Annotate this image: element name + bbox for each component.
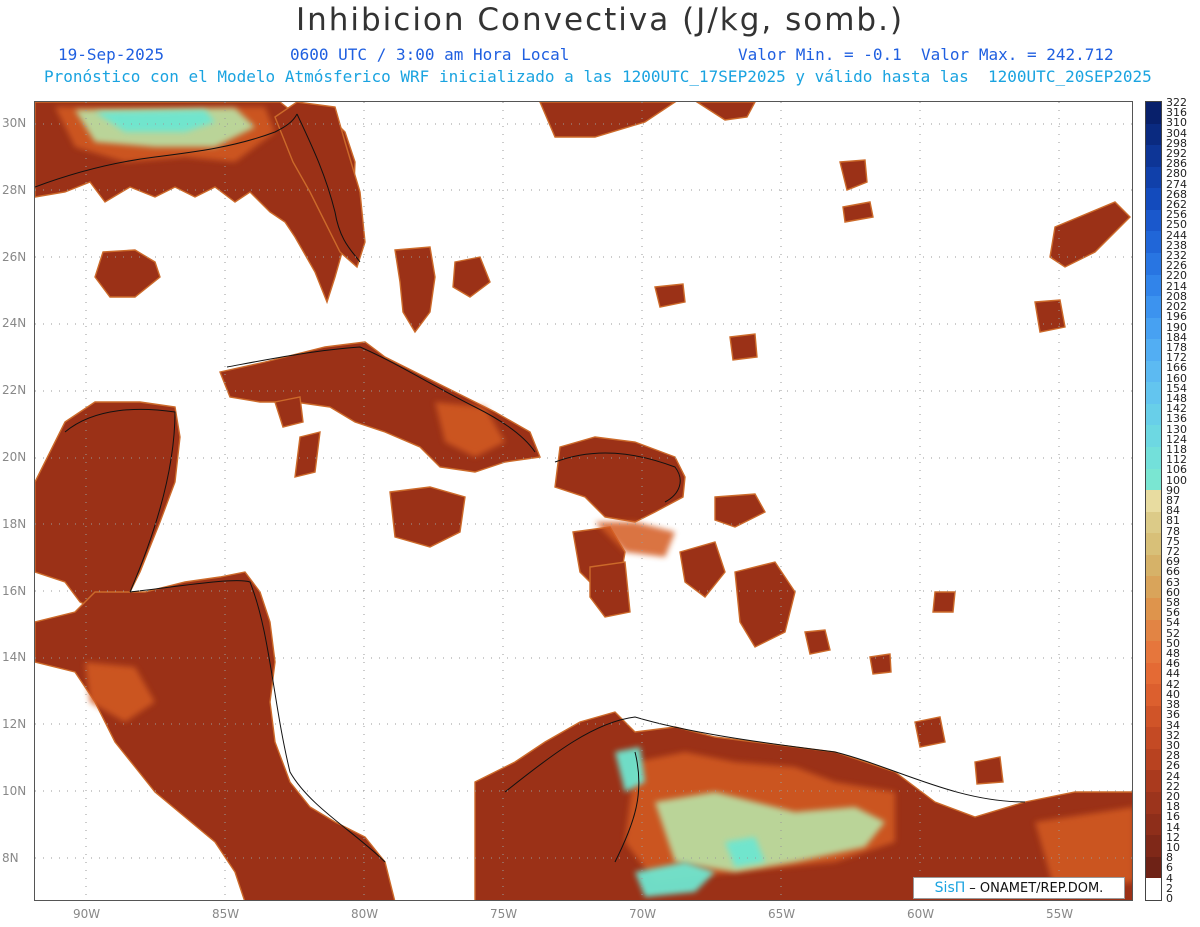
lat-label: 22N [2,383,27,398]
colorbar-swatch [1146,425,1161,447]
colorbar-swatch [1146,252,1161,275]
lon-label: 90W [73,907,101,921]
credit-text: – ONAMET/REP.DOM. [969,880,1104,896]
colorbar-swatch [1146,468,1161,491]
lat-label: 8N [2,850,19,865]
lat-label: 20N [2,450,27,464]
lon-label: 55W [1046,907,1074,921]
colorbar-swatch [1146,727,1161,749]
lon-label: 70W [629,907,657,921]
colorbar-swatch [1146,662,1161,685]
colorbar [1145,101,1162,901]
colorbar-swatch [1146,403,1161,426]
colorbar-swatch [1146,102,1161,124]
colorbar-swatch [1146,641,1161,663]
colorbar-swatch [1146,166,1161,189]
lat-label: 26N [2,249,27,264]
colorbar-swatch [1146,576,1161,598]
lat-label: 14N [2,650,27,665]
lon-label: 75W [490,907,518,921]
shaded-regions [35,102,1132,900]
colorbar-swatch [1146,511,1161,534]
lon-label: 65W [768,907,796,921]
map-panel[interactable] [34,101,1133,901]
lat-label: 24N [2,316,27,331]
colorbar-swatch [1146,360,1161,383]
lon-label: 60W [907,907,935,921]
colorbar-swatch [1146,317,1161,340]
forecast-time: 0600 UTC / 3:00 am Hora Local [290,45,570,64]
colorbar-swatch [1146,382,1161,404]
colorbar-swatch [1146,188,1161,210]
colorbar-swatch [1146,123,1161,146]
colorbar-swatch [1146,619,1161,642]
cin-field-map [35,102,1132,900]
colorbar-swatch [1146,145,1161,167]
lon-label: 80W [351,907,379,921]
colorbar-swatch [1146,533,1161,555]
lat-label: 18N [2,516,27,531]
map-title: Inhibicion Convectiva (J/kg, somb.) [295,2,905,38]
colorbar-swatch [1146,231,1161,253]
colorbar-swatch [1146,835,1161,857]
credit-box: SisΠ – ONAMET/REP.DOM. [913,877,1125,899]
lat-label: 10N [2,784,27,798]
colorbar-swatch [1146,856,1161,879]
colorbar-swatch [1146,878,1161,900]
colorbar-swatch [1146,770,1161,792]
colorbar-swatch [1146,274,1161,297]
colorbar-swatch [1146,748,1161,771]
colorbar-swatch [1146,490,1161,512]
sispi-logo: SisΠ [934,880,966,896]
colorbar-swatch [1146,554,1161,577]
colorbar-swatch [1146,209,1161,232]
lat-label: 28N [2,182,27,197]
colorbar-swatch [1146,705,1161,728]
lat-label: 16N [2,583,27,598]
min-max-values: Valor Min. = -0.1 Valor Max. = 242.712 [738,45,1114,64]
lat-label: 12N [2,717,27,732]
model-subtitle: Pronóstico con el Modelo Atmósferico WRF… [44,67,1152,86]
forecast-date: 19-Sep-2025 [58,45,164,64]
colorbar-swatch [1146,813,1161,836]
colorbar-swatch [1146,296,1161,318]
colorbar-swatch [1146,597,1161,620]
colorbar-swatch [1146,684,1161,706]
lat-label: 30N [2,116,27,130]
lon-label: 85W [212,907,240,921]
colorbar-swatch [1146,339,1161,361]
colorbar-label: 0 [1166,892,1173,905]
colorbar-swatch [1146,447,1161,469]
colorbar-swatch [1146,792,1161,814]
